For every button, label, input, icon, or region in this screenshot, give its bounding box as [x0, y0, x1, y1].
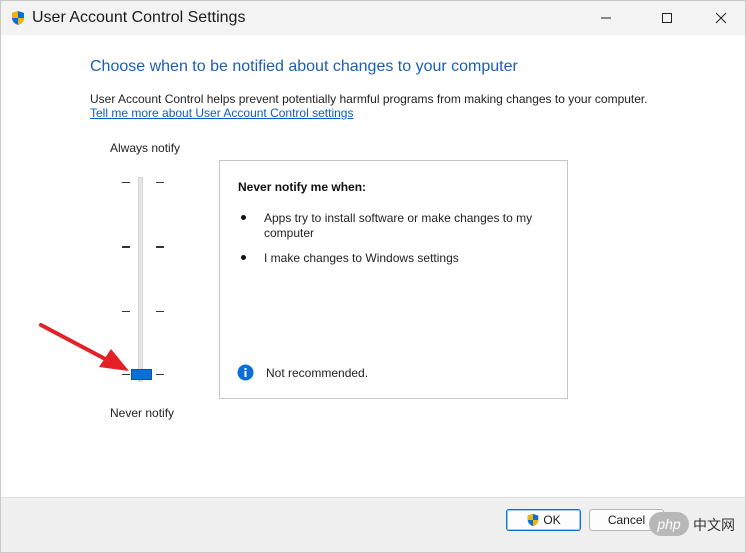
uac-settings-window: User Account Control Settings Choose whe…: [0, 0, 746, 553]
slider-tick: [156, 182, 164, 183]
always-notify-label: Always notify: [110, 141, 181, 155]
bullet-text: Apps try to install software or make cha…: [264, 211, 533, 240]
ok-button[interactable]: OK: [506, 509, 581, 531]
title-bar[interactable]: User Account Control Settings: [1, 1, 745, 35]
learn-more-link[interactable]: Tell me more about User Account Control …: [90, 106, 353, 120]
red-arrow-annotation: [39, 323, 129, 371]
slider-thumb[interactable]: [131, 369, 152, 380]
list-item: Apps try to install software or make cha…: [238, 211, 548, 243]
minimize-button[interactable]: [583, 1, 629, 35]
slider-tick: [122, 311, 130, 312]
description-text: User Account Control helps prevent poten…: [90, 92, 648, 106]
window-title: User Account Control Settings: [32, 9, 246, 26]
cancel-label: Cancel: [607, 513, 646, 527]
list-item: I make changes to Windows settings: [238, 251, 548, 269]
uac-shield-icon: [12, 11, 24, 25]
slider-tick: [122, 182, 130, 183]
close-icon: [715, 12, 727, 24]
uac-shield-icon: [528, 513, 539, 527]
bullet-icon: [241, 215, 246, 220]
page-heading: Choose when to be notified about changes…: [90, 58, 518, 75]
watermark: php 中文网: [649, 508, 745, 542]
bullet-text: I make changes to Windows settings: [264, 251, 459, 265]
info-icon: [237, 364, 254, 381]
close-button[interactable]: [698, 1, 744, 35]
bullet-icon: [241, 255, 246, 260]
ok-label: OK: [543, 513, 561, 527]
slider-tick: [156, 311, 164, 312]
panel-title: Never notify me when:: [238, 180, 367, 194]
level-description-panel: Never notify me when: Apps try to instal…: [219, 160, 568, 399]
slider-tick: [122, 246, 130, 248]
recommendation-text: Not recommended.: [266, 366, 369, 380]
minimize-icon: [601, 17, 611, 19]
slider-tick: [156, 374, 164, 375]
maximize-icon: [662, 13, 672, 23]
watermark-badge: php: [649, 512, 689, 536]
slider-tick: [156, 246, 164, 248]
button-bar: OK Cancel: [1, 497, 745, 552]
watermark-text: 中文网: [693, 517, 735, 533]
never-notify-label: Never notify: [110, 406, 175, 420]
slider-track[interactable]: [138, 177, 143, 382]
maximize-button[interactable]: [644, 1, 690, 35]
